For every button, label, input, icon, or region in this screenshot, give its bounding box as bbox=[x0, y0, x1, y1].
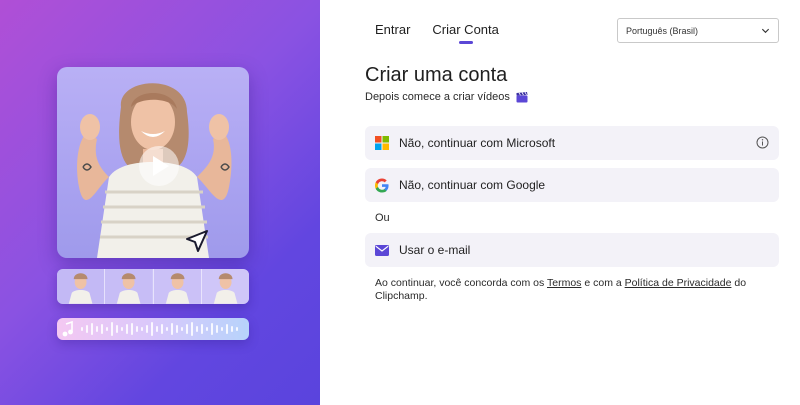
language-select-value: Português (Brasil) bbox=[626, 25, 699, 36]
legal-prefix: Ao continuar, você concorda com os bbox=[375, 277, 547, 289]
thumbnail bbox=[201, 269, 249, 304]
google-button-label: Não, continuar com Google bbox=[399, 178, 546, 192]
use-email-button[interactable]: Usar o e-mail bbox=[365, 233, 779, 267]
terms-link[interactable]: Termos bbox=[547, 277, 581, 289]
cursor-arrow-icon bbox=[186, 230, 208, 252]
continue-with-microsoft-button[interactable]: Não, continuar com Microsoft bbox=[365, 126, 779, 160]
page-subtitle: Depois comece a criar vídeos bbox=[365, 91, 528, 103]
microsoft-button-label: Não, continuar com Microsoft bbox=[399, 136, 556, 150]
continue-with-google-button[interactable]: Não, continuar com Google bbox=[365, 168, 779, 202]
or-divider-text: Ou bbox=[375, 212, 390, 224]
privacy-policy-link[interactable]: Política de Privacidade bbox=[625, 277, 732, 289]
auth-tabs: Entrar Criar Conta bbox=[375, 22, 499, 43]
subtitle-text: Depois comece a criar vídeos bbox=[365, 91, 510, 103]
info-icon[interactable] bbox=[756, 136, 769, 149]
clapperboard-icon bbox=[516, 91, 528, 102]
video-thumbnail-strip bbox=[57, 269, 249, 304]
thumbnail bbox=[153, 269, 202, 304]
google-logo-icon bbox=[375, 178, 389, 192]
thumbnail bbox=[57, 269, 106, 304]
play-icon bbox=[139, 146, 179, 186]
thumbnail bbox=[105, 269, 154, 304]
page-title: Criar uma conta bbox=[365, 64, 508, 86]
tab-sign-in[interactable]: Entrar bbox=[375, 22, 410, 43]
audio-waveform-strip bbox=[57, 318, 249, 340]
music-note-icon bbox=[62, 320, 73, 337]
terms-notice: Ao continuar, você concorda com os Termo… bbox=[375, 277, 775, 303]
microsoft-logo-icon bbox=[375, 136, 389, 150]
email-button-label: Usar o e-mail bbox=[399, 243, 471, 257]
video-preview bbox=[57, 67, 249, 258]
chevron-down-icon bbox=[761, 28, 770, 34]
envelope-icon bbox=[375, 243, 389, 257]
legal-middle: e com a bbox=[581, 277, 625, 289]
language-select[interactable]: Português (Brasil) bbox=[617, 18, 779, 43]
tab-create-account[interactable]: Criar Conta bbox=[432, 22, 498, 43]
hero-panel bbox=[0, 0, 320, 405]
